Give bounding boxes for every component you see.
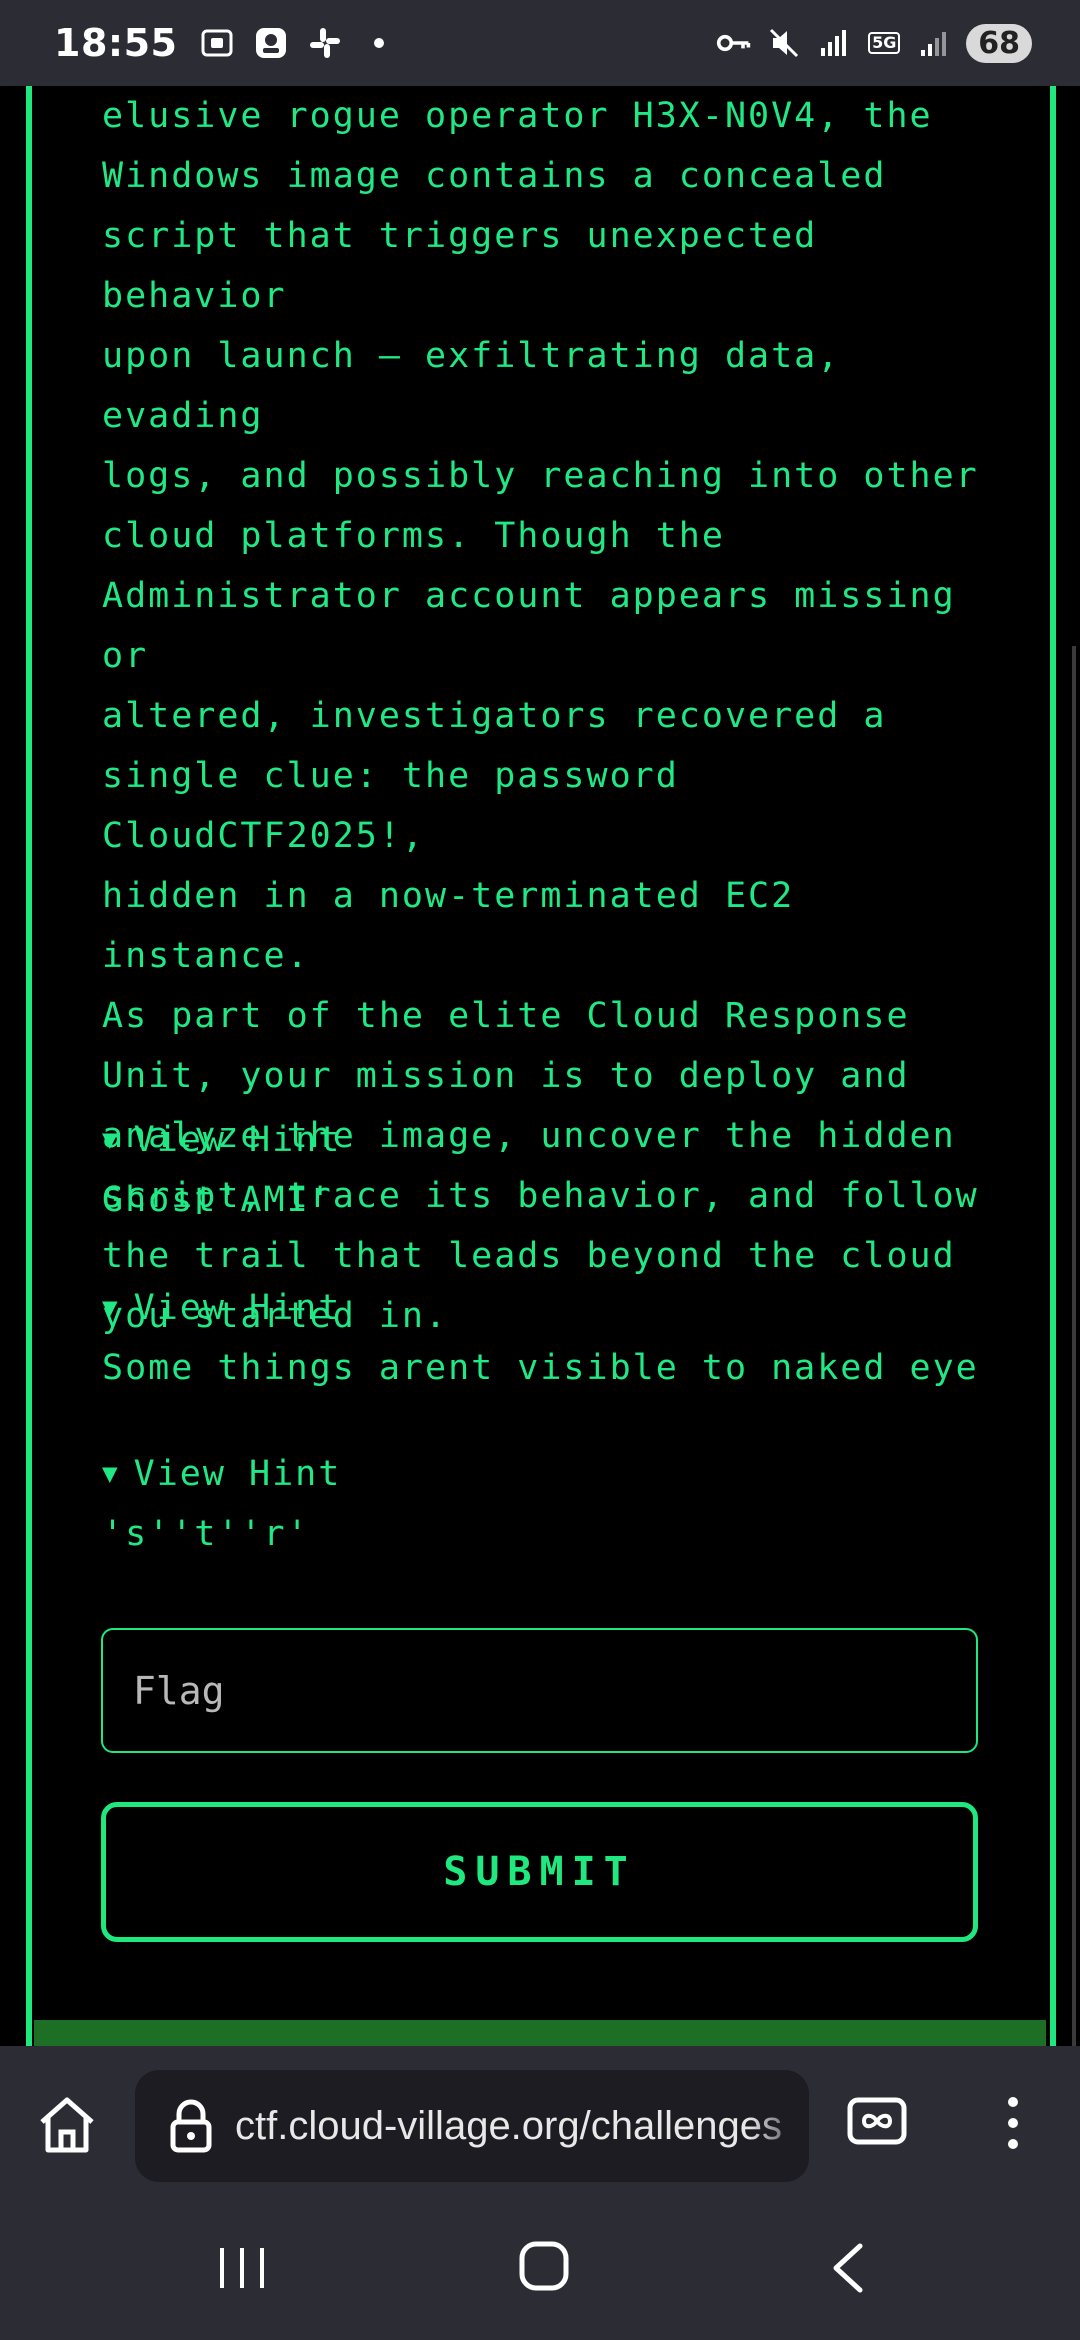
hint-1: ▼ View Hint Ghost'AMI' (102, 1110, 1002, 1230)
signal-icon (816, 25, 852, 61)
home-icon[interactable] (34, 2092, 100, 2158)
status-time: 18:55 (54, 21, 178, 65)
expand-arrow-icon: ▼ (102, 1293, 120, 1323)
status-right-icons: 5G 68 (716, 23, 1032, 63)
description-line: Administrator account appears missing or (102, 576, 956, 676)
status-bar: 18:55 5G 68 (0, 0, 1080, 86)
slack-icon (307, 25, 343, 61)
url-text: ctf.cloud-village.org/challenges (235, 2103, 782, 2148)
status-left-icons (199, 25, 397, 61)
description-line: As part of the elite Cloud Response (102, 996, 910, 1036)
hint-2: ▼ View Hint Some things arent visible to… (102, 1278, 1002, 1398)
page-scrollbar[interactable] (1072, 646, 1076, 2046)
hint-1-toggle[interactable]: ▼ View Hint (102, 1110, 1002, 1170)
description-line: hidden in a now-terminated EC2 instance. (102, 876, 795, 976)
back-icon[interactable] (828, 2242, 868, 2294)
mute-icon (766, 25, 802, 61)
description-line: single clue: the password CloudCTF2025!, (102, 756, 679, 856)
nav-home-icon[interactable] (518, 2240, 570, 2292)
hint-1-label: View Hint (133, 1120, 342, 1160)
hint-3-text: 's''t''r' (102, 1514, 310, 1554)
hint-3-label: View Hint (133, 1454, 342, 1494)
description-line: upon launch — exfiltrating data, evading (102, 336, 841, 436)
browser-toolbar: ctf.cloud-village.org/challenges (0, 2046, 1080, 2196)
hint-2-text: Some things arent visible to naked eye (102, 1348, 979, 1388)
description-line: the trail that leads beyond the cloud (102, 1236, 956, 1276)
hint-2-toggle[interactable]: ▼ View Hint (102, 1278, 1002, 1338)
address-bar[interactable]: ctf.cloud-village.org/challenges (135, 2070, 809, 2182)
expand-arrow-icon: ▼ (102, 1125, 120, 1155)
screenshot-icon (199, 25, 235, 61)
flag-input[interactable] (101, 1628, 978, 1753)
hint-1-text: Ghost'AMI' (102, 1180, 333, 1220)
expand-arrow-icon: ▼ (102, 1459, 120, 1489)
submit-button[interactable]: SUBMIT (101, 1802, 978, 1942)
5g-data-icon: 5G (866, 25, 902, 61)
challenge-page: elusive rogue operator H3X-N0V4, the Win… (0, 86, 1080, 2046)
assistant-icon (253, 25, 289, 61)
battery-icon: 68 (966, 23, 1032, 63)
description-line: elusive rogue operator H3X-N0V4, the (102, 96, 933, 136)
hint-3-toggle[interactable]: ▼ View Hint (102, 1444, 1002, 1504)
dot-icon (361, 25, 397, 61)
description-line: cloud platforms. Though the (102, 516, 725, 556)
description-line: Windows image contains a concealed (102, 156, 887, 196)
tab-switcher-icon[interactable] (846, 2090, 908, 2152)
description-line: script that triggers unexpected behavior (102, 216, 818, 316)
hint-2-label: View Hint (133, 1288, 342, 1328)
description-line: Unit, your mission is to deploy and (102, 1056, 910, 1096)
description-line: logs, and possibly reaching into other (102, 456, 979, 496)
signal-bars-icon (916, 25, 952, 61)
card-footer-bar (34, 2020, 1046, 2046)
hint-3: ▼ View Hint 's''t''r' (102, 1444, 1002, 1564)
vpn-key-icon (716, 25, 752, 61)
system-navigation-bar (0, 2196, 1080, 2340)
description-line: altered, investigators recovered a (102, 696, 887, 736)
recents-icon[interactable] (218, 2246, 266, 2290)
more-options-icon[interactable] (996, 2090, 1030, 2156)
lock-icon (169, 2098, 213, 2154)
